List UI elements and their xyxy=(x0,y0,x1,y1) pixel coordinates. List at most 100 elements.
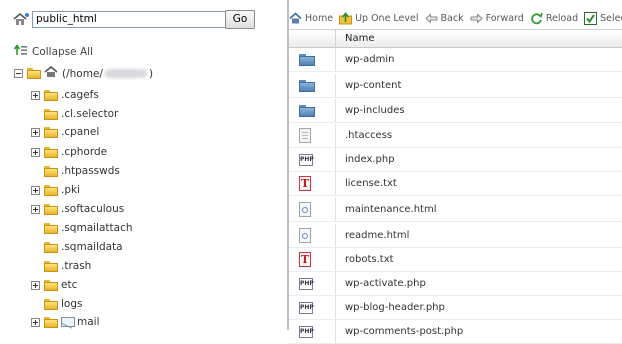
tree-item-cpanel[interactable]: .cpanel xyxy=(31,124,99,140)
html-file-icon xyxy=(299,202,311,217)
tree-item-cagefs[interactable]: .cagefs xyxy=(31,87,99,103)
tree-item-mail[interactable]: mail xyxy=(31,314,100,330)
tree-root[interactable]: (/home/ ) xyxy=(14,65,154,81)
document-icon xyxy=(299,128,311,143)
root-path-suffix: ) xyxy=(148,67,154,80)
tree-item-label: .softaculous xyxy=(61,203,125,215)
folder-icon xyxy=(44,241,58,253)
envelope-icon xyxy=(61,317,75,327)
collapse-toggle-icon[interactable] xyxy=(14,69,23,78)
file-icon-cell: T xyxy=(289,248,336,271)
folder-icon xyxy=(44,279,58,291)
file-row[interactable]: PHP wp-comments-post.php xyxy=(289,320,622,344)
checkbox-icon xyxy=(584,11,598,25)
folder-icon xyxy=(44,108,58,120)
tree-item-label: .cl.selector xyxy=(61,108,119,120)
text-file-icon: T xyxy=(299,252,311,267)
open-folder-icon xyxy=(27,68,41,79)
expand-toggle-icon[interactable] xyxy=(31,90,40,100)
select-all-button[interactable]: Selec xyxy=(584,11,622,25)
column-header-name[interactable]: Name xyxy=(345,33,375,44)
home-folder-icon xyxy=(12,11,30,27)
file-name: wp-activate.php xyxy=(345,278,426,289)
file-row[interactable]: wp-includes xyxy=(289,99,622,123)
tree-item-cphorde[interactable]: .cphorde xyxy=(31,144,107,160)
file-name: .htaccess xyxy=(345,130,393,141)
file-name: wp-blog-header.php xyxy=(345,302,445,313)
folder-icon xyxy=(44,126,58,138)
file-row[interactable]: T license.txt xyxy=(289,172,622,196)
file-row[interactable]: T robots.txt xyxy=(289,248,622,272)
folder-icon xyxy=(299,54,315,66)
tree-item-trash[interactable]: .trash xyxy=(31,258,91,274)
up-one-level-button[interactable]: Up One Level xyxy=(339,11,419,25)
file-icon-cell xyxy=(289,48,336,71)
file-list-pane: Home Up One Level Back Forward Reload Se… xyxy=(289,0,622,344)
directory-tree-pane: Go Collapse All (/home/ ) .cagefs .cl.se… xyxy=(0,0,287,330)
home-button[interactable]: Home xyxy=(289,11,333,25)
file-row[interactable]: PHP index.php xyxy=(289,148,622,172)
collapse-all-link[interactable]: Collapse All xyxy=(13,44,93,59)
file-icon-cell: PHP xyxy=(289,320,336,343)
back-label: Back xyxy=(440,12,464,24)
expand-toggle-icon[interactable] xyxy=(31,127,40,137)
file-icon-cell xyxy=(289,74,336,97)
folder-icon xyxy=(44,316,58,328)
root-path-prefix: (/home/ xyxy=(62,67,103,80)
expand-toggle-icon[interactable] xyxy=(31,280,40,290)
file-name: wp-comments-post.php xyxy=(345,326,464,337)
back-arrow-icon xyxy=(424,12,438,25)
file-icon-cell: PHP xyxy=(289,272,336,295)
expand-toggle-icon[interactable] xyxy=(31,204,40,214)
folder-icon xyxy=(44,184,58,196)
tree-item-etc[interactable]: etc xyxy=(31,277,77,293)
go-button[interactable]: Go xyxy=(225,10,255,29)
tree-item-label: .cpanel xyxy=(61,126,100,138)
file-icon-cell xyxy=(289,99,336,122)
tree-item-label: .sqmailattach xyxy=(61,222,133,234)
file-icon-cell: T xyxy=(289,172,336,195)
column-divider[interactable] xyxy=(335,30,336,48)
tree-item-softaculous[interactable]: .softaculous xyxy=(31,201,124,217)
file-name: wp-admin xyxy=(345,54,395,65)
file-row[interactable]: .htaccess xyxy=(289,124,622,148)
html-file-icon xyxy=(299,228,311,243)
folder-icon xyxy=(44,222,58,234)
file-name: maintenance.html xyxy=(345,204,437,215)
back-button[interactable]: Back xyxy=(424,12,464,25)
collapse-arrow-icon xyxy=(13,44,28,59)
tree-item-sqmailattach[interactable]: .sqmailattach xyxy=(31,220,133,236)
file-row[interactable]: wp-admin xyxy=(289,48,622,72)
tree-item-htpasswds[interactable]: .htpasswds xyxy=(31,163,120,179)
tree-item-label: .trash xyxy=(61,260,92,272)
up-folder-icon xyxy=(339,11,353,25)
tree-item-label: logs xyxy=(61,298,83,310)
file-icon-cell xyxy=(289,224,336,247)
file-row[interactable]: PHP wp-blog-header.php xyxy=(289,296,622,320)
tree-item-logs[interactable]: logs xyxy=(31,296,82,312)
file-row[interactable]: wp-content xyxy=(289,74,622,98)
tree-item-sqmaildata[interactable]: .sqmaildata xyxy=(31,239,123,255)
file-name: license.txt xyxy=(345,178,397,189)
expand-toggle-icon[interactable] xyxy=(31,147,40,157)
expand-toggle-icon[interactable] xyxy=(31,185,40,195)
file-row[interactable]: readme.html xyxy=(289,224,622,248)
reload-button[interactable]: Reload xyxy=(530,12,578,25)
php-file-icon: PHP xyxy=(299,302,314,314)
forward-label: Forward xyxy=(485,12,524,24)
tree-item-pki[interactable]: .pki xyxy=(31,182,80,198)
tree-item-label: .htpasswds xyxy=(61,165,120,177)
up-one-level-label: Up One Level xyxy=(355,12,419,24)
path-input[interactable] xyxy=(32,10,240,28)
reload-label: Reload xyxy=(545,12,579,24)
home-icon xyxy=(289,11,302,25)
forward-button[interactable]: Forward xyxy=(470,12,524,25)
file-row[interactable]: PHP wp-activate.php xyxy=(289,272,622,296)
tree-item-label: .sqmaildata xyxy=(61,241,123,253)
file-row[interactable]: maintenance.html xyxy=(289,198,622,222)
expand-toggle-icon[interactable] xyxy=(31,317,40,327)
tree-item-cl-selector[interactable]: .cl.selector xyxy=(31,106,118,122)
tree-item-label: .pki xyxy=(61,184,81,196)
text-file-icon: T xyxy=(299,176,311,191)
folder-icon xyxy=(299,105,315,117)
